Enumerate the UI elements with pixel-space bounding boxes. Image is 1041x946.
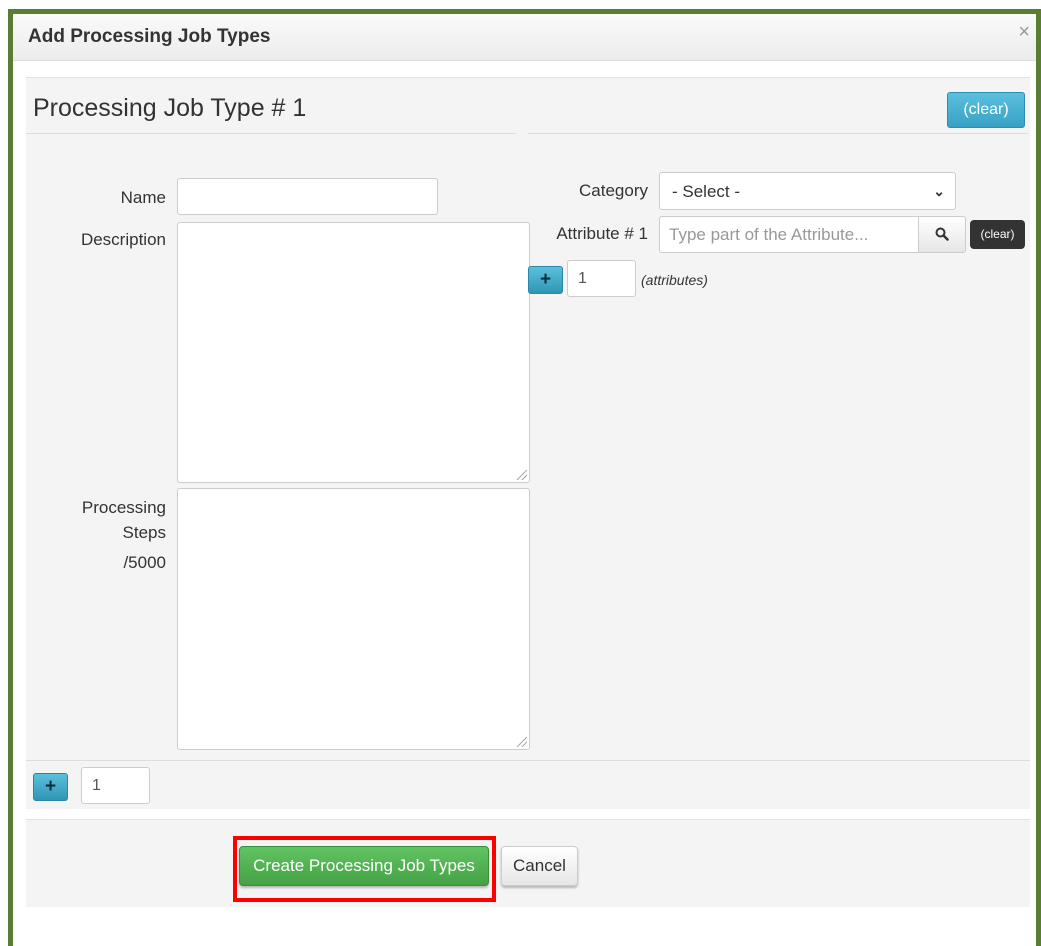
steps-character-counter: /5000 (123, 553, 166, 572)
divider (26, 760, 1030, 761)
plus-icon: + (44, 776, 57, 797)
modal-frame: Add Processing Job Types × Processing Jo… (8, 9, 1041, 946)
name-label: Name (120, 188, 166, 207)
processing-steps-textarea[interactable] (177, 488, 530, 750)
divider (528, 133, 1028, 134)
search-icon (935, 227, 949, 241)
close-icon[interactable]: × (1018, 22, 1030, 42)
create-processing-job-types-button[interactable]: Create Processing Job Types (239, 846, 489, 886)
category-select[interactable]: - Select - ⌄ (659, 172, 956, 210)
attribute-search-input[interactable]: Type part of the Attribute... (659, 216, 919, 253)
modal-footer: Create Processing Job Types Cancel (26, 819, 1030, 907)
divider (26, 133, 516, 134)
modal-title: Add Processing Job Types (28, 26, 271, 47)
category-label: Category (579, 181, 648, 200)
attribute-count-input[interactable] (567, 260, 636, 297)
name-input[interactable] (177, 178, 438, 215)
processing-steps-label: Processing (81, 498, 166, 517)
attribute-label: Attribute # 1 (556, 224, 648, 243)
resize-grip-icon[interactable] (517, 470, 527, 480)
description-textarea[interactable] (177, 222, 530, 483)
modal-header: Add Processing Job Types × (13, 14, 1036, 61)
cancel-button[interactable]: Cancel (501, 846, 578, 886)
job-type-title: Processing Job Type # 1 (33, 94, 307, 122)
add-job-type-button[interactable]: + (33, 773, 68, 801)
processing-steps-label: Steps (122, 523, 166, 542)
attributes-hint: (attributes) (641, 272, 708, 288)
category-selected-value: - Select - (672, 182, 741, 201)
chevron-down-icon: ⌄ (933, 183, 945, 199)
clear-attribute-button[interactable]: (clear) (970, 220, 1025, 249)
description-label: Description (80, 230, 166, 249)
job-type-panel: Processing Job Type # 1 (clear) Name Des… (26, 77, 1030, 809)
plus-icon: + (539, 269, 552, 290)
resize-grip-icon[interactable] (517, 737, 527, 747)
clear-job-type-button[interactable]: (clear) (947, 92, 1025, 128)
job-type-count-input[interactable] (81, 767, 150, 804)
attribute-search-button[interactable] (918, 216, 966, 253)
add-attribute-button[interactable]: + (528, 266, 563, 294)
